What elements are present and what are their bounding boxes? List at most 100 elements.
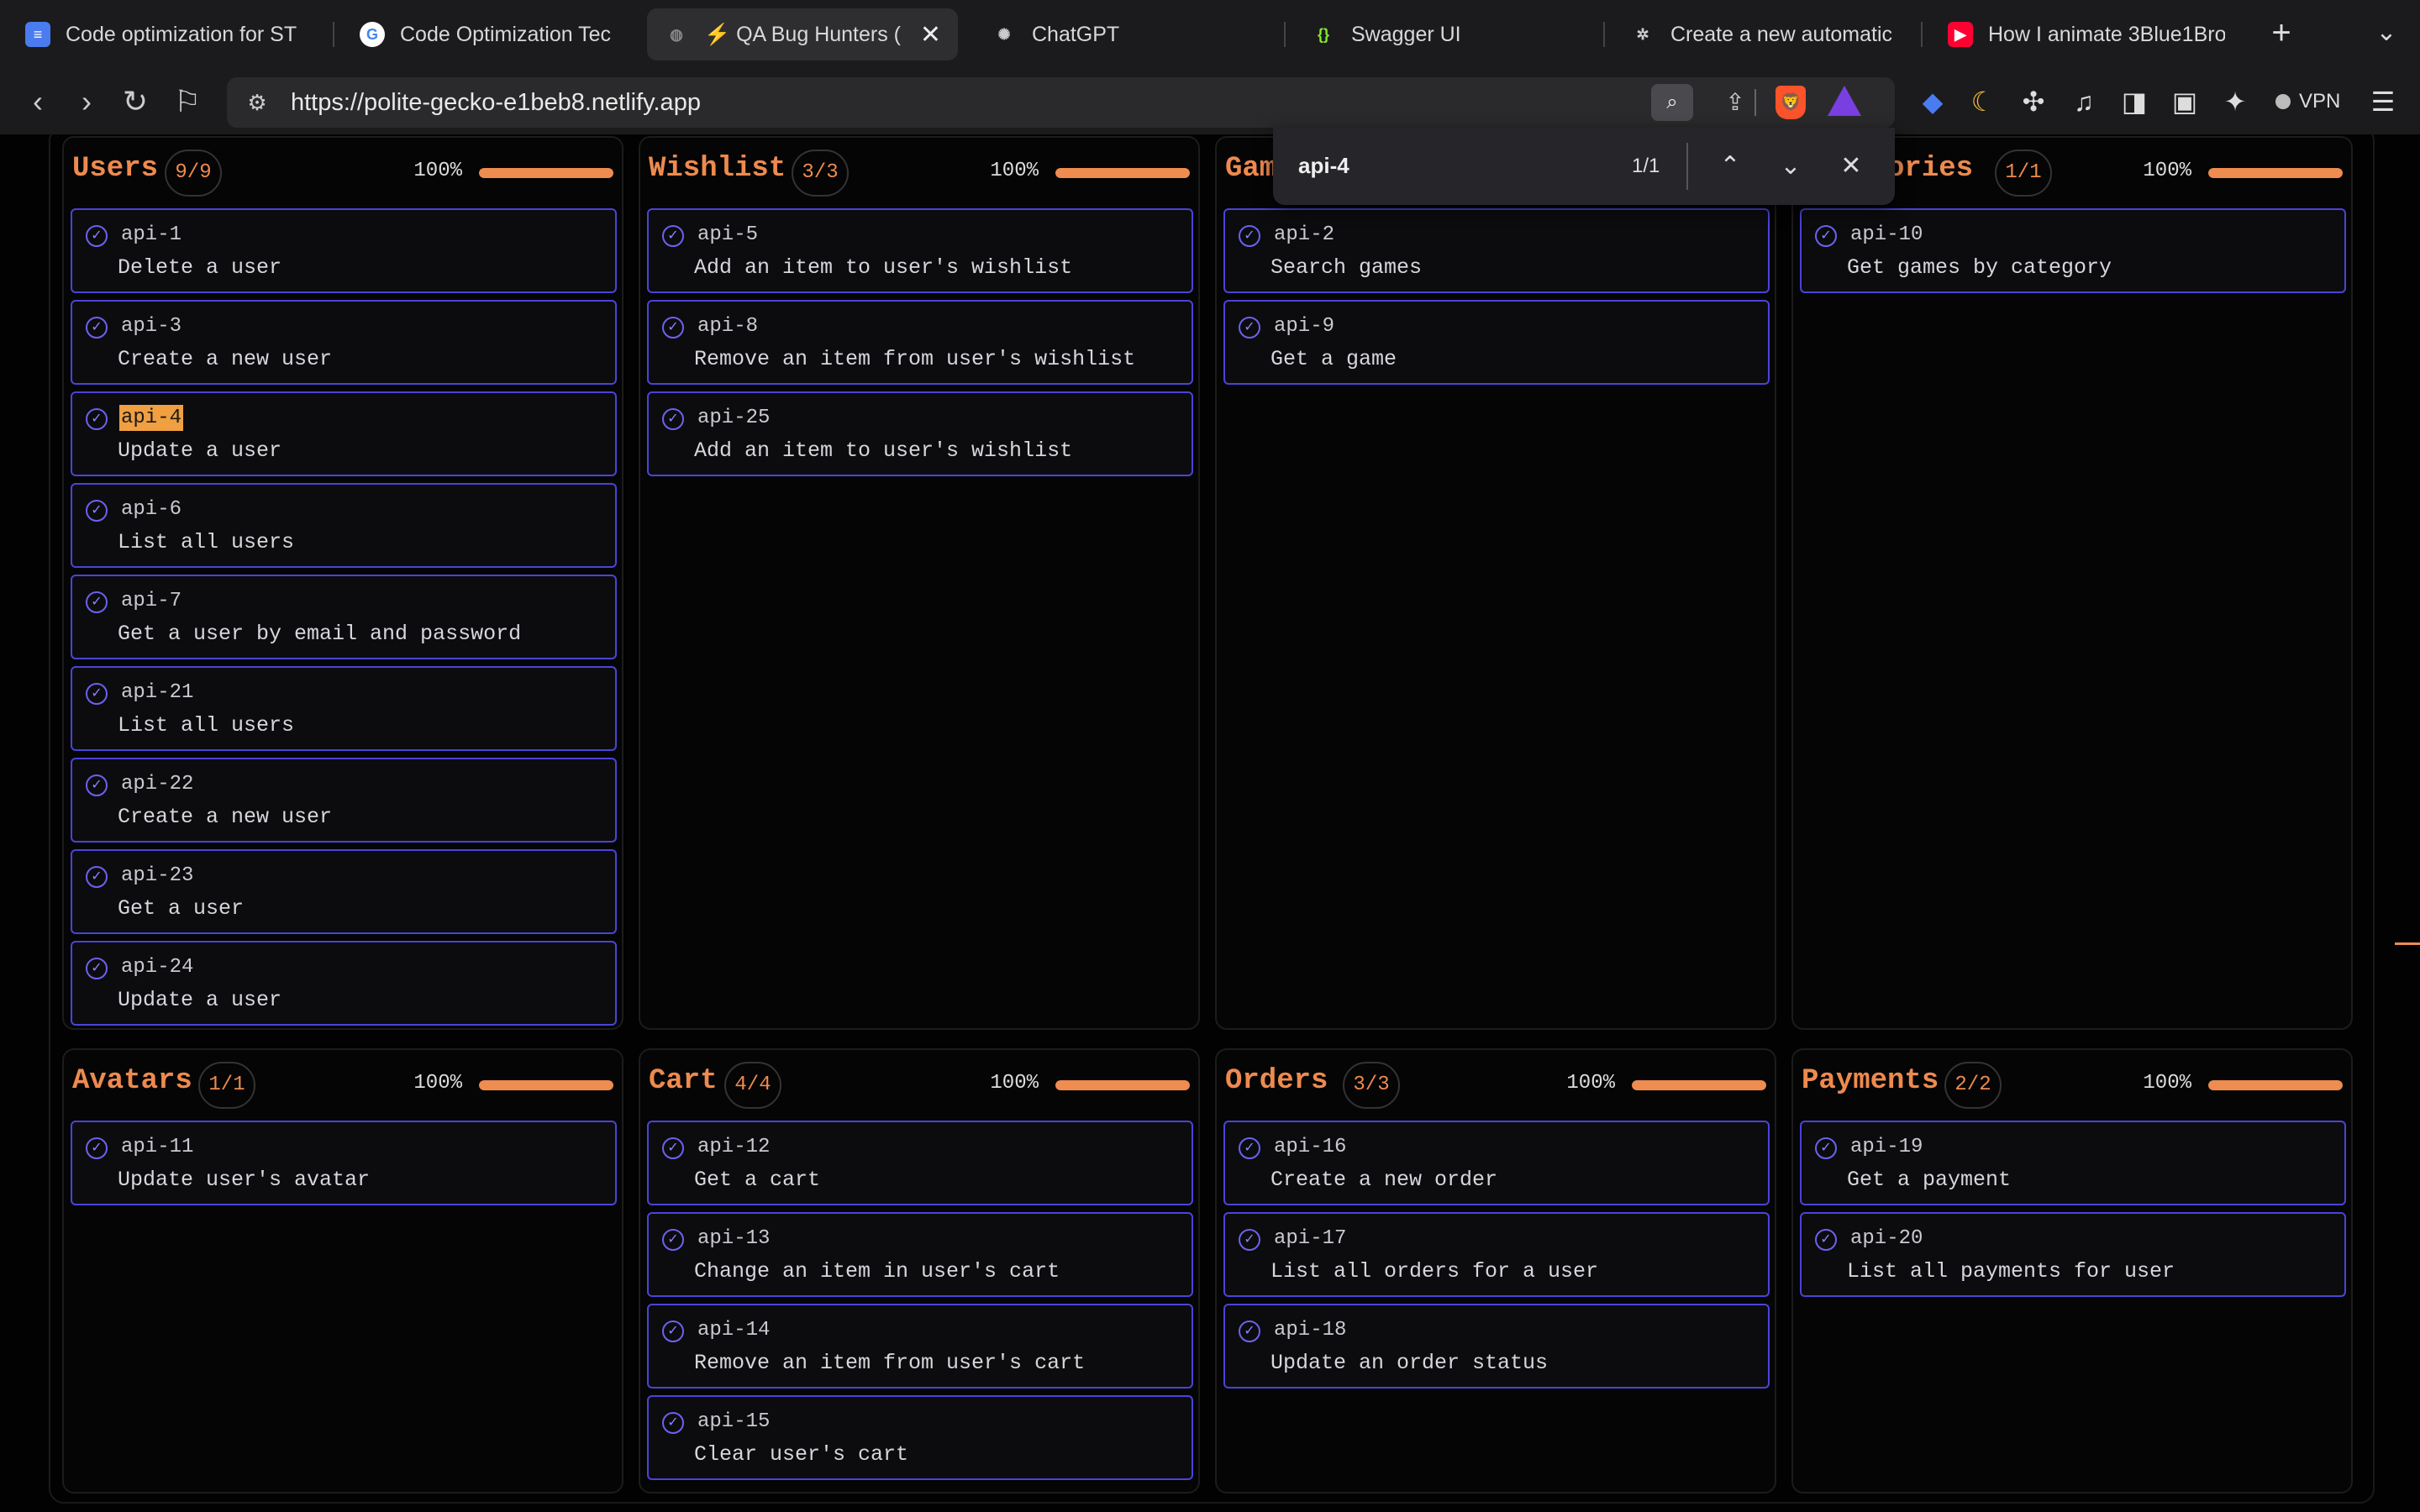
find-result-count: 1/1 bbox=[1632, 155, 1660, 177]
extension-diamond-icon[interactable]: ◆ bbox=[1912, 81, 1953, 123]
check-circle-icon: ✓ bbox=[86, 866, 108, 888]
task-card[interactable]: ✓ api-24 Update a user bbox=[71, 941, 617, 1026]
card-description: Clear user's cart bbox=[694, 1442, 909, 1467]
card-description: Add an item to user's wishlist bbox=[694, 255, 1073, 280]
forward-button[interactable]: › bbox=[66, 81, 108, 123]
task-card[interactable]: ✓ api-19 Get a payment bbox=[1800, 1121, 2346, 1205]
task-card[interactable]: ✓ api-13 Change an item in user's cart bbox=[647, 1212, 1193, 1297]
address-bar[interactable]: ⚙ https://polite-gecko-e1beb8.netlify.ap… bbox=[227, 77, 1895, 128]
task-card[interactable]: ✓ api-5 Add an item to user's wishlist bbox=[647, 208, 1193, 293]
url-text[interactable]: https://polite-gecko-e1beb8.netlify.app bbox=[291, 89, 701, 117]
column-title: Avatars bbox=[72, 1065, 192, 1097]
tab-list-menu-icon[interactable]: ⌄ bbox=[2370, 12, 2403, 54]
bookmark-button[interactable]: ⚐ bbox=[166, 81, 208, 123]
column-categories: Categories1/1100%✓api-10Get games by cat… bbox=[1791, 136, 2353, 1030]
card-description: List all users bbox=[118, 713, 295, 738]
close-tab-icon[interactable]: ✕ bbox=[920, 20, 941, 50]
card-description: Update user's avatar bbox=[118, 1168, 371, 1192]
find-close-icon[interactable]: ✕ bbox=[1831, 146, 1871, 186]
find-in-page-icon[interactable]: ⌕ bbox=[1651, 84, 1693, 121]
task-card[interactable]: ✓ api-23 Get a user bbox=[71, 849, 617, 934]
task-card[interactable]: ✓ api-21 List all users bbox=[71, 666, 617, 751]
share-icon[interactable]: ⇪ bbox=[1718, 84, 1752, 121]
task-card[interactable]: ✓ api-10 Get games by category bbox=[1800, 208, 2346, 293]
card-description: Get a cart bbox=[694, 1168, 821, 1192]
tab-title: Create a new automatic p bbox=[1670, 22, 1899, 46]
scroll-indicator[interactable] bbox=[2395, 942, 2420, 945]
progress-fill bbox=[1055, 1080, 1190, 1090]
progress-fill bbox=[1055, 168, 1190, 178]
tab-5[interactable]: {} Swagger UI bbox=[1294, 8, 1597, 60]
column-header: Payments 2/2 100% bbox=[1802, 1058, 2343, 1109]
progress-bar bbox=[479, 1080, 613, 1090]
task-card[interactable]: ✓ api-20 List all payments for user bbox=[1800, 1212, 2346, 1297]
wallet-icon[interactable]: ▣ bbox=[2165, 81, 2205, 123]
tab-1[interactable]: ≡ Code optimization for ST bbox=[8, 8, 319, 60]
progress-fill bbox=[1632, 1080, 1766, 1090]
task-card[interactable]: ✓ api-6 List all users bbox=[71, 483, 617, 568]
dark-mode-moon-icon[interactable]: ☾ bbox=[1963, 81, 2003, 123]
check-circle-icon: ✓ bbox=[86, 317, 108, 339]
card-id: api-6 bbox=[121, 498, 182, 521]
sidebar-toggle-icon[interactable]: ◨ bbox=[2114, 81, 2154, 123]
task-card[interactable]: ✓ api-8 Remove an item from user's wishlis… bbox=[647, 300, 1193, 385]
main-menu-icon[interactable]: ☰ bbox=[2363, 81, 2403, 123]
task-card[interactable]: ✓ api-15 Clear user's cart bbox=[647, 1395, 1193, 1480]
column-title: Cart bbox=[649, 1065, 718, 1097]
card-id: api-24 bbox=[121, 956, 194, 979]
site-settings-icon[interactable]: ⚙ bbox=[244, 89, 271, 116]
card-id: api-3 bbox=[121, 315, 182, 338]
progress-bar bbox=[1055, 1080, 1190, 1090]
brave-shields-icon[interactable]: 🦁 bbox=[1776, 86, 1806, 119]
progress-percent: 100% bbox=[990, 1072, 1039, 1095]
task-card[interactable]: ✓ api-17 List all orders for a user bbox=[1223, 1212, 1770, 1297]
task-card[interactable]: ✓ api-22 Create a new user bbox=[71, 758, 617, 843]
task-card[interactable]: ✓ api-11 Update user's avatar bbox=[71, 1121, 617, 1205]
column-cart: Cart 4/4 100% ✓ api-12 Get a cart ✓ api-13 Chang… bbox=[639, 1048, 1200, 1494]
check-circle-icon: ✓ bbox=[86, 774, 108, 796]
tab-4[interactable]: ✺ ChatGPT bbox=[975, 8, 1269, 60]
find-next-icon[interactable]: ⌄ bbox=[1770, 146, 1811, 186]
task-card[interactable]: ✓ api-3 Create a new user bbox=[71, 300, 617, 385]
leo-ai-sparkle-icon[interactable]: ✦ bbox=[2215, 81, 2255, 123]
task-card[interactable]: ✓ api-25 Add an item to user's wishlist bbox=[647, 391, 1193, 476]
column-count-badge: 2/2 bbox=[1944, 1062, 2002, 1109]
check-circle-icon: ✓ bbox=[662, 317, 684, 339]
task-card[interactable]: ✓ api-16 Create a new order bbox=[1223, 1121, 1770, 1205]
column-title: Wishlist bbox=[649, 153, 786, 185]
new-tab-button[interactable]: + bbox=[2260, 12, 2302, 54]
task-card[interactable]: ✓ api-2 Search games bbox=[1223, 208, 1770, 293]
find-input[interactable]: api-4 bbox=[1298, 153, 1349, 179]
task-card[interactable]: ✓ api-7 Get a user by email and password bbox=[71, 575, 617, 659]
check-circle-icon: ✓ bbox=[662, 1320, 684, 1342]
task-card[interactable]: ✓ api-18 Update an order status bbox=[1223, 1304, 1770, 1389]
card-description: Create a new user bbox=[118, 805, 333, 829]
card-id: api-1 bbox=[121, 223, 182, 246]
back-button[interactable]: ‹ bbox=[17, 81, 59, 123]
task-card[interactable]: ✓ api-9 Get a game bbox=[1223, 300, 1770, 385]
reload-button[interactable]: ↻ bbox=[114, 81, 156, 123]
column-header: Wishlist 3/3 100% bbox=[649, 146, 1190, 197]
tab-3[interactable]: ◍ ⚡ QA Bug Hunters (✕ bbox=[647, 8, 958, 60]
card-id: api-4 bbox=[119, 405, 184, 431]
task-card[interactable]: ✓ api-14 Remove an item from user's cart bbox=[647, 1304, 1193, 1389]
task-card[interactable]: ✓ api-1 Delete a user bbox=[71, 208, 617, 293]
column-title: Payments bbox=[1802, 1065, 1939, 1097]
find-previous-icon[interactable]: ⌃ bbox=[1710, 146, 1750, 186]
tab-2[interactable]: G Code Optimization Techn bbox=[343, 8, 629, 60]
kanban-board: Users 9/9 100% ✓ api-1 Delete a user ✓ api-3 Cre… bbox=[49, 134, 2375, 1504]
card-id: api-10 bbox=[1850, 223, 1923, 246]
extensions-puzzle-icon[interactable]: ✣ bbox=[2013, 81, 2054, 123]
card-description: Add an item to user's wishlist bbox=[694, 438, 1073, 463]
check-circle-icon: ✓ bbox=[86, 408, 108, 430]
tab-7[interactable]: ▶ How I animate 3Blue1Bro bbox=[1931, 8, 2242, 60]
vpn-button[interactable]: VPN bbox=[2269, 81, 2340, 123]
task-card[interactable]: ✓ api-12 Get a cart bbox=[647, 1121, 1193, 1205]
check-circle-icon: ✓ bbox=[1815, 225, 1837, 247]
tab-6[interactable]: ✲ Create a new automatic p bbox=[1613, 8, 1916, 60]
brave-rewards-icon[interactable] bbox=[1828, 86, 1861, 116]
card-id: api-8 bbox=[697, 315, 759, 338]
progress-fill bbox=[479, 1080, 613, 1090]
task-card[interactable]: ✓ api-4 Update a user bbox=[71, 391, 617, 476]
media-music-icon[interactable]: ♫ bbox=[2064, 81, 2104, 123]
